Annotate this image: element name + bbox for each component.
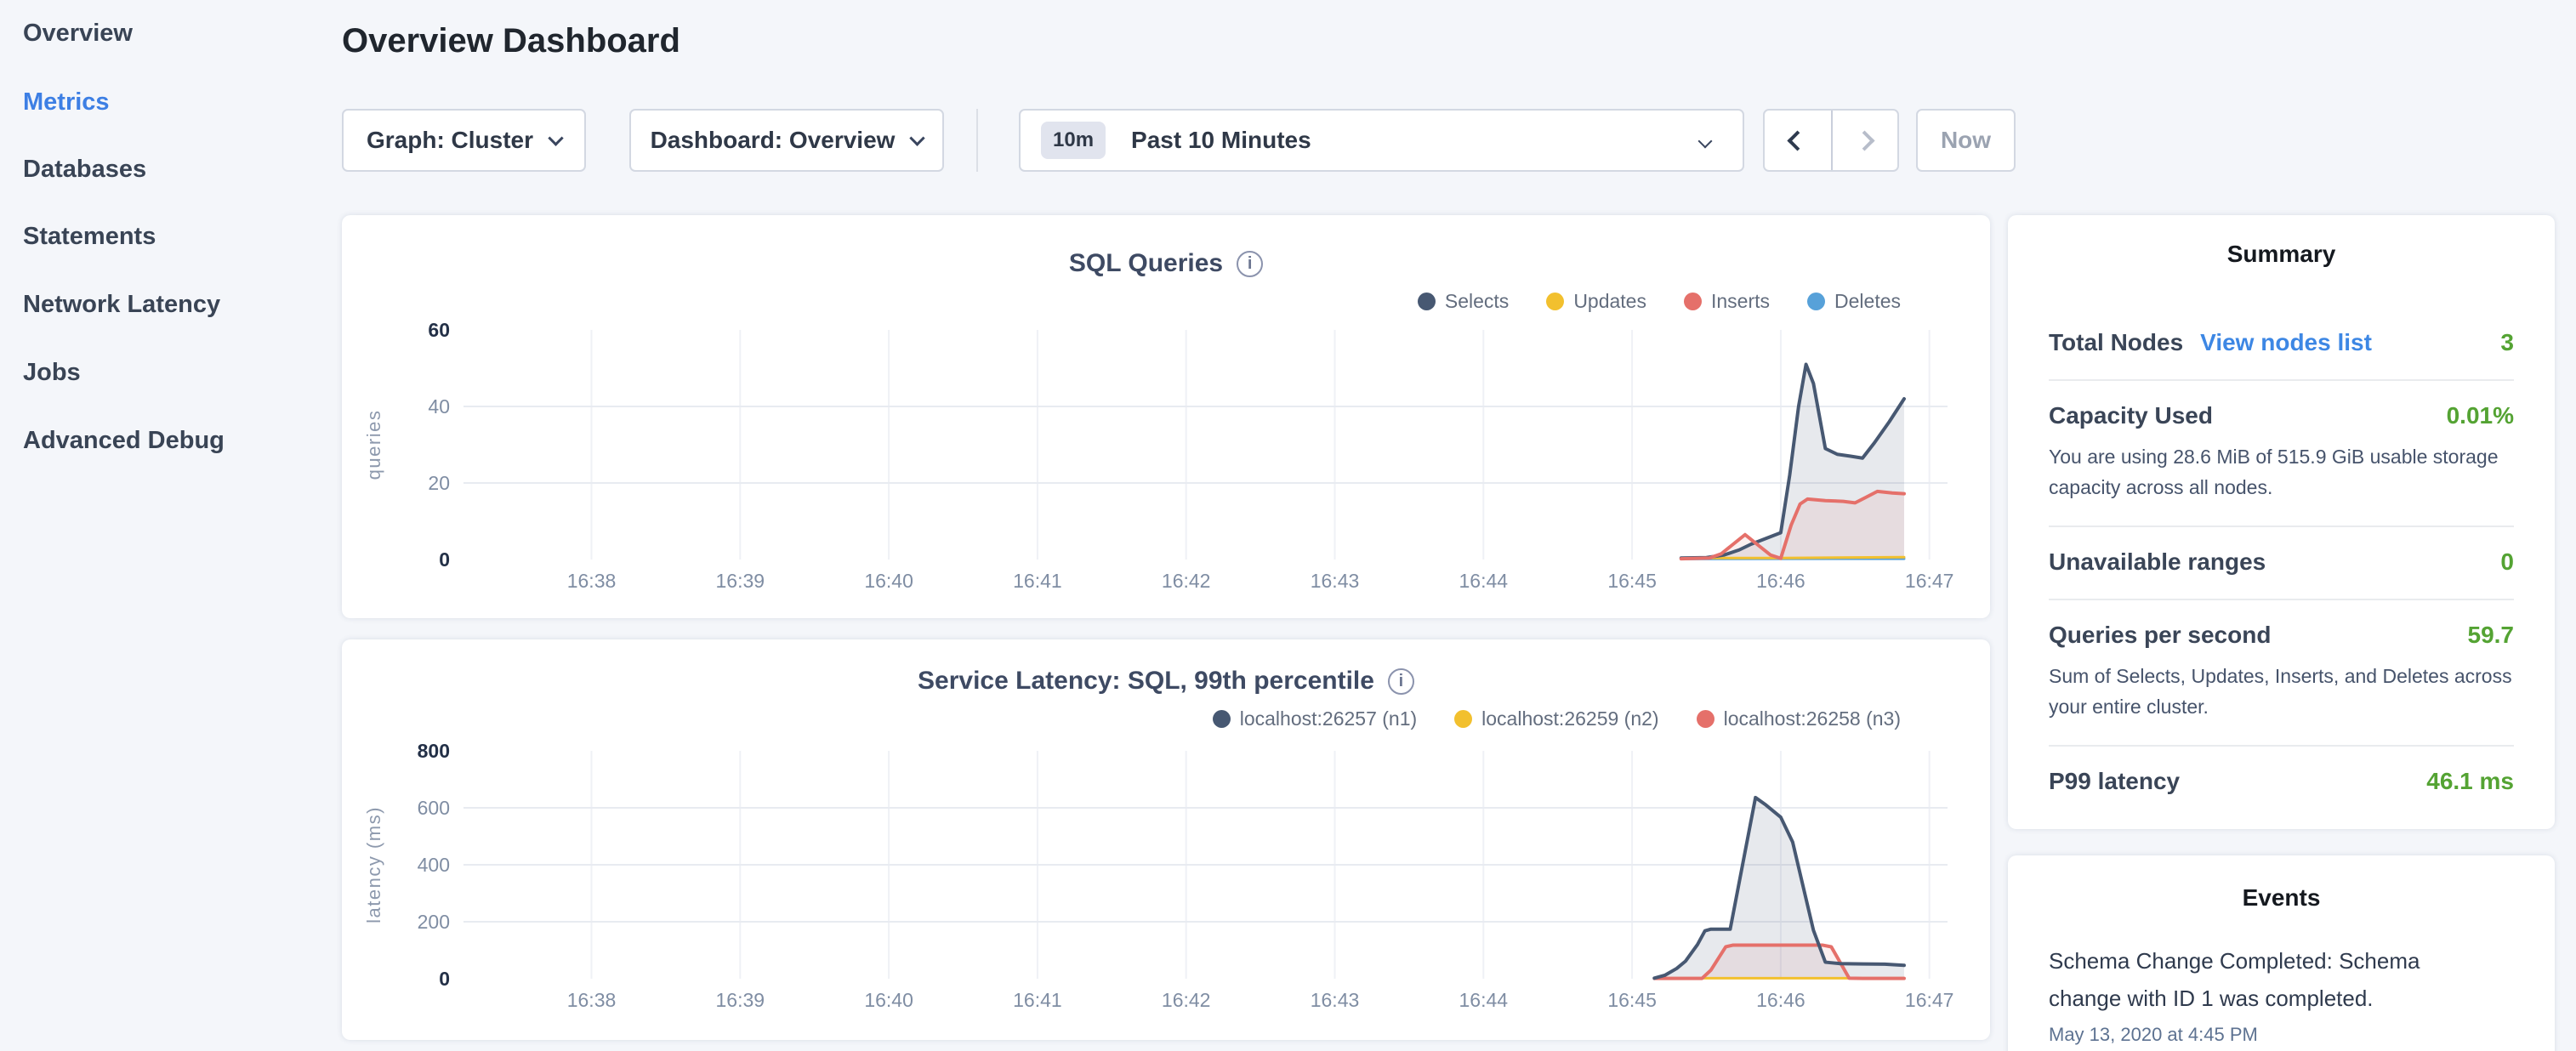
summary-label: P99 latency — [2049, 768, 2180, 795]
sidebar-item-overview[interactable]: Overview — [23, 19, 133, 48]
x-tick-label: 16:41 — [1013, 989, 1062, 1011]
y-tick-label: 200 — [418, 911, 450, 933]
time-range-badge: 10m — [1041, 122, 1106, 159]
summary-value: 0 — [2500, 548, 2514, 576]
now-button[interactable]: Now — [1916, 109, 2016, 172]
chart-canvas: 60 40 20 0 16:38 16:39 16:40 16:41 16:42 16:43 16:… — [342, 215, 1990, 618]
sidebar-item-jobs[interactable]: Jobs — [23, 358, 81, 387]
summary-value: 59.7 — [2468, 622, 2515, 649]
time-step-group — [1763, 109, 1899, 172]
x-tick-label: 16:40 — [864, 570, 913, 592]
summary-label: Total Nodes — [2049, 329, 2183, 356]
sidebar-item-advanced-debug[interactable]: Advanced Debug — [23, 426, 225, 455]
event-text: Schema Change Completed: Schema change w… — [2049, 942, 2474, 1017]
summary-row-p99-latency: P99 latency 46.1 ms — [2049, 747, 2514, 818]
summary-panel: Summary Total Nodes View nodes list 3 Ca… — [2008, 215, 2555, 829]
time-range-label: Past 10 Minutes — [1131, 127, 1311, 154]
y-tick-label: 400 — [418, 854, 450, 876]
sql-queries-chart-plot[interactable]: 60 40 20 0 16:38 16:39 16:40 16:41 16:42 16:43 16:… — [342, 215, 1990, 622]
x-tick-label: 16:45 — [1607, 989, 1657, 1011]
x-tick-label: 16:44 — [1459, 570, 1509, 592]
service-latency-chart-card: Service Latency: SQL, 99th percentile i … — [342, 639, 1990, 1040]
graph-dropdown[interactable]: Graph: Cluster — [342, 109, 586, 172]
event-item[interactable]: Schema Change Completed: Schema change w… — [2049, 942, 2514, 1046]
y-tick-label: 800 — [418, 740, 450, 762]
summary-title: Summary — [2049, 241, 2514, 268]
x-tick-label: 16:45 — [1607, 570, 1657, 592]
sidebar-item-metrics[interactable]: Metrics — [23, 88, 110, 116]
x-tick-label: 16:44 — [1459, 989, 1509, 1011]
sidebar-item-statements[interactable]: Statements — [23, 222, 156, 251]
x-tick-label: 16:47 — [1905, 989, 1954, 1011]
service-latency-chart-plot[interactable]: 800 600 400 200 0 16:38 16:39 16:40 16:41 16:42 16… — [342, 639, 1990, 1044]
summary-value: 46.1 ms — [2426, 768, 2514, 795]
chevron-down-icon — [548, 130, 563, 145]
chevron-down-icon — [1698, 134, 1713, 149]
x-tick-label: 16:39 — [716, 570, 765, 592]
x-tick-label: 16:46 — [1756, 989, 1805, 1011]
chevron-down-icon — [910, 130, 925, 145]
sql-queries-chart-card: SQL Queries i Selects Updates Inserts De… — [342, 215, 1990, 618]
x-tick-label: 16:42 — [1162, 570, 1211, 592]
y-tick-label: 40 — [428, 395, 450, 418]
sidebar-item-network-latency[interactable]: Network Latency — [23, 290, 220, 319]
dashboard-dropdown[interactable]: Dashboard: Overview — [629, 109, 944, 172]
summary-row-queries-per-second: Queries per second 59.7 Sum of Selects, … — [2049, 600, 2514, 747]
view-nodes-list-link[interactable]: View nodes list — [2200, 329, 2372, 356]
summary-description: You are using 28.6 MiB of 515.9 GiB usab… — [2049, 441, 2514, 503]
chevron-left-icon — [1788, 130, 1808, 151]
summary-row-unavailable-ranges: Unavailable ranges 0 — [2049, 527, 2514, 600]
events-title: Events — [2049, 884, 2514, 912]
prev-time-button[interactable] — [1765, 111, 1831, 170]
summary-row-total-nodes: Total Nodes View nodes list 3 — [2049, 295, 2514, 381]
y-axis-title: latency (ms) — [363, 806, 384, 923]
time-range-selector[interactable]: 10m Past 10 Minutes — [1019, 109, 1744, 172]
x-tick-label: 16:41 — [1013, 570, 1062, 592]
x-tick-label: 16:43 — [1311, 570, 1360, 592]
x-tick-label: 16:38 — [567, 989, 617, 1011]
y-tick-label: 0 — [439, 968, 450, 990]
now-button-label: Now — [1941, 127, 1991, 154]
summary-label: Unavailable ranges — [2049, 548, 2266, 576]
chevron-right-icon — [1855, 130, 1875, 151]
x-tick-label: 16:43 — [1311, 989, 1360, 1011]
summary-label: Capacity Used — [2049, 402, 2213, 429]
y-tick-label: 600 — [418, 797, 450, 819]
events-panel: Events Schema Change Completed: Schema c… — [2008, 855, 2555, 1051]
x-tick-label: 16:39 — [716, 989, 765, 1011]
y-tick-label: 60 — [428, 319, 450, 341]
graph-dropdown-label: Graph: Cluster — [367, 127, 533, 154]
x-tick-label: 16:47 — [1905, 570, 1954, 592]
x-tick-label: 16:38 — [567, 570, 617, 592]
chart-canvas: 800 600 400 200 0 16:38 16:39 16:40 16:41 16:42 16… — [342, 639, 1990, 1040]
y-axis-title: queries — [363, 410, 384, 480]
summary-value: 3 — [2500, 329, 2514, 356]
next-time-button[interactable] — [1831, 111, 1897, 170]
summary-row-capacity-used: Capacity Used 0.01% You are using 28.6 M… — [2049, 381, 2514, 527]
summary-description: Sum of Selects, Updates, Inserts, and De… — [2049, 661, 2514, 722]
page-title: Overview Dashboard — [342, 22, 680, 60]
x-tick-label: 16:40 — [864, 989, 913, 1011]
x-tick-label: 16:42 — [1162, 989, 1211, 1011]
sidebar-item-databases[interactable]: Databases — [23, 155, 146, 184]
event-timestamp: May 13, 2020 at 4:45 PM — [2049, 1024, 2514, 1046]
summary-value: 0.01% — [2447, 402, 2514, 429]
summary-label: Queries per second — [2049, 622, 2271, 649]
y-tick-label: 0 — [439, 548, 450, 571]
x-tick-label: 16:46 — [1756, 570, 1805, 592]
y-tick-label: 20 — [428, 472, 450, 494]
controls-divider — [976, 109, 978, 172]
dashboard-dropdown-label: Dashboard: Overview — [651, 127, 896, 154]
app-root: Overview Metrics Databases Statements Ne… — [0, 0, 2576, 1051]
